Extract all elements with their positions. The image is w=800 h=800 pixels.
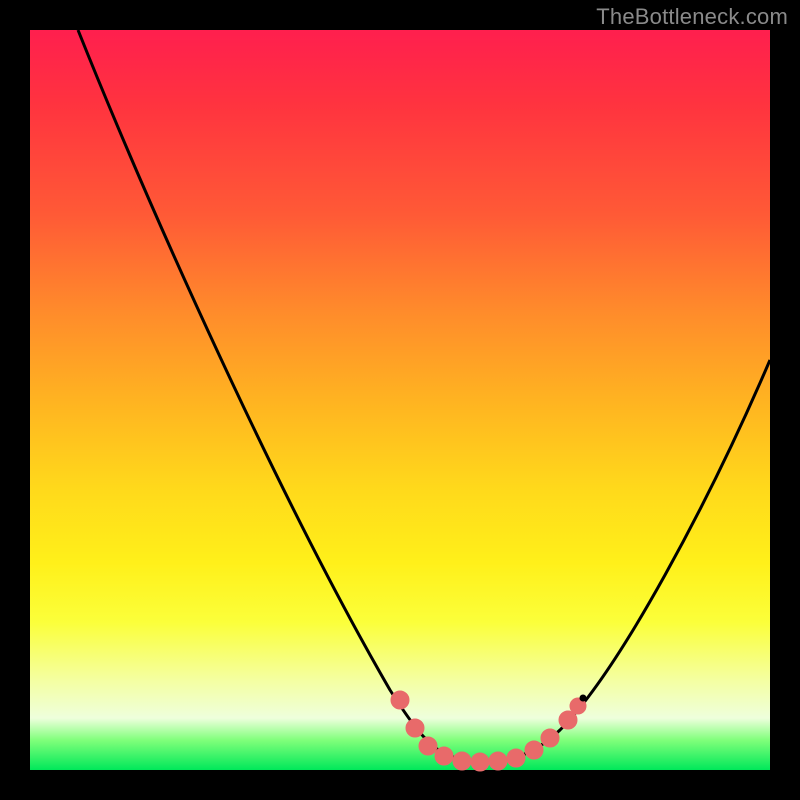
bottleneck-curve (78, 30, 770, 760)
chart-frame: TheBottleneck.com (0, 0, 800, 800)
plot-area (30, 30, 770, 770)
curve-layer (30, 30, 770, 770)
watermark-text: TheBottleneck.com (596, 4, 788, 30)
